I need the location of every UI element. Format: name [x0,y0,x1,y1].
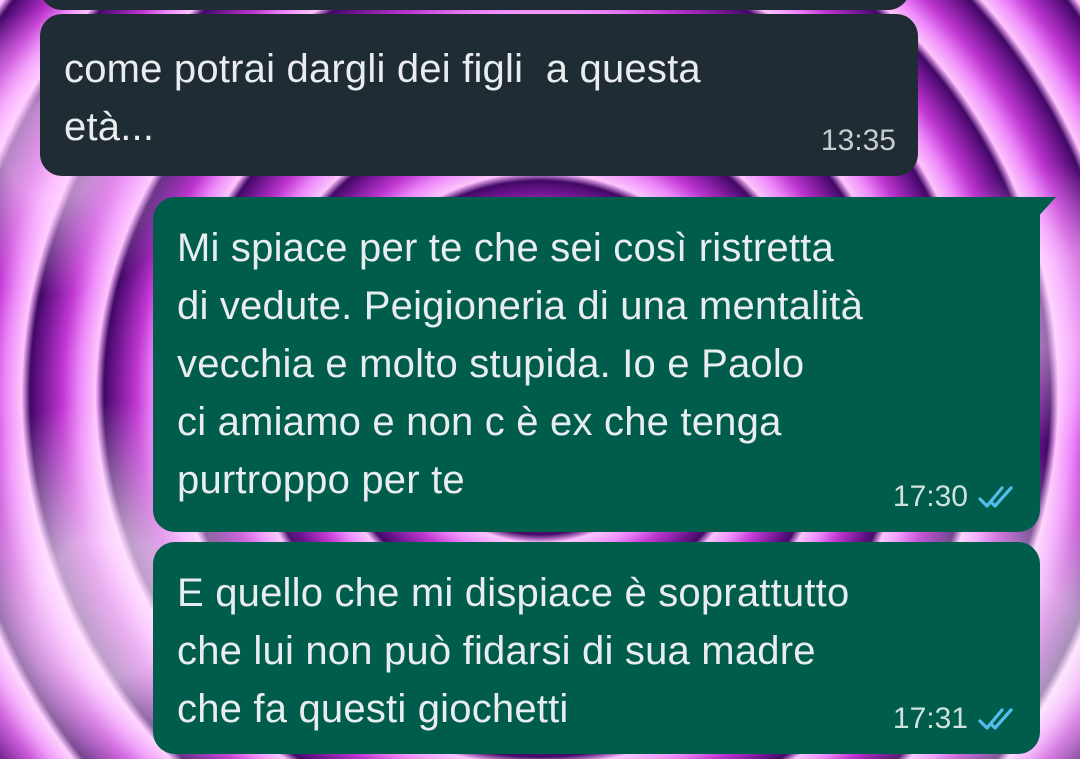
message-text: come potrai dargli dei figli a questa et… [64,47,701,149]
outgoing-message-bubble[interactable]: E quello che mi dispiace è soprattutto c… [153,542,1040,754]
message-meta: 17:31 [893,702,1018,736]
double-check-read-icon [978,708,1013,730]
message-text: E quello che mi dispiace è soprattutto c… [177,571,850,731]
message-time: 17:31 [892,702,968,735]
incoming-message-bubble[interactable]: come potrai dargli dei figli a questa et… [40,14,918,176]
double-check-read-icon [978,486,1013,508]
message-time: 13:35 [820,124,896,157]
message-time: 17:30 [892,480,968,513]
outgoing-message-bubble[interactable]: Mi spiace per te che sei così ristretta … [153,197,1056,532]
message-meta: 17:30 [893,480,1018,514]
message-text: Mi spiace per te che sei così ristretta … [177,226,864,502]
bubble-tail [1036,197,1056,219]
message-meta: 13:35 [821,124,896,158]
previous-message-bubble[interactable] [40,0,910,10]
